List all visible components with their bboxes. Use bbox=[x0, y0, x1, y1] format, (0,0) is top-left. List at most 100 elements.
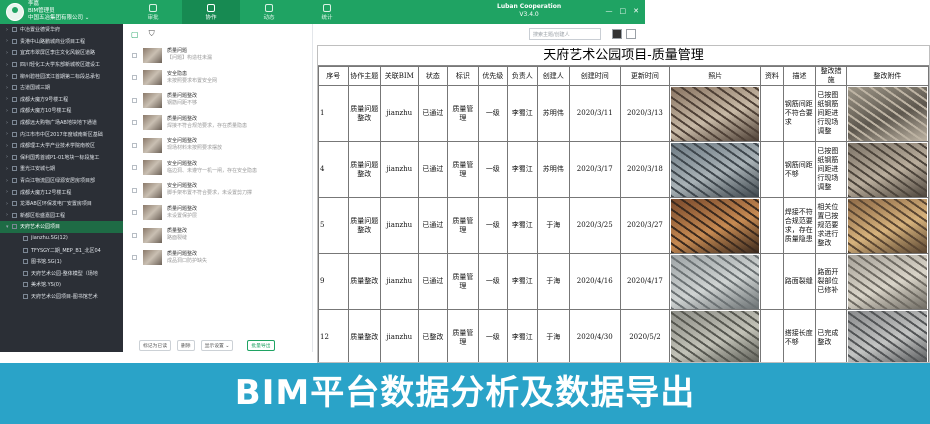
chevron-right-icon[interactable]: › bbox=[6, 189, 11, 195]
item-checkbox[interactable] bbox=[132, 232, 137, 238]
chevron-right-icon[interactable]: › bbox=[6, 27, 11, 33]
filter-icon[interactable]: ⛉ bbox=[149, 29, 155, 39]
maximize-icon[interactable]: □ bbox=[620, 7, 627, 15]
item-checkbox[interactable] bbox=[132, 120, 137, 126]
cell-photo-image[interactable] bbox=[671, 198, 760, 253]
chevron-right-icon[interactable]: › bbox=[6, 212, 11, 218]
batch-export-button[interactable]: 批量导出 bbox=[247, 339, 275, 351]
chevron-down-icon[interactable]: ▾ bbox=[6, 224, 11, 230]
tree-model-item[interactable]: jianzhu.SG(12) bbox=[0, 233, 123, 245]
issue-list-item[interactable]: 质量问题整改 钢筋间距不够 bbox=[123, 89, 312, 112]
cell-topic: 质量问题整改 bbox=[347, 85, 381, 142]
cell-photo-image[interactable] bbox=[671, 142, 760, 197]
issue-list-item[interactable]: 安全问题整改 临边洞、未遵守一机一闸，存在安全隐患 bbox=[123, 157, 312, 180]
tree-project-item[interactable]: › 青白江物流园区绿源安居房项目部 bbox=[0, 175, 123, 187]
cell-photo-image[interactable] bbox=[671, 254, 760, 309]
chevron-right-icon[interactable]: › bbox=[6, 131, 11, 137]
search-input[interactable]: 搜索主题/创建人 bbox=[529, 28, 601, 40]
issue-list-item[interactable]: 安全问题整改 现场材料未按照要求摆放 bbox=[123, 134, 312, 157]
cell-photo-image[interactable] bbox=[671, 310, 760, 362]
cell-attachment-image[interactable] bbox=[847, 86, 927, 141]
tree-project-item[interactable]: › 成都理工大学产业技术学院南校区 bbox=[0, 140, 123, 152]
chevron-right-icon[interactable]: › bbox=[6, 38, 11, 44]
tree-project-item[interactable]: › 贵港中山路鹏城商业项目工程 bbox=[0, 36, 123, 48]
user-info[interactable]: 李嘉 BIM管理员 中国五冶集团有限公司 ⌄ bbox=[28, 1, 89, 22]
tree-project-item[interactable]: › 中冶置业德贤华府 bbox=[0, 24, 123, 36]
folder-icon bbox=[12, 154, 17, 160]
org-selector[interactable]: 中国五冶集团有限公司 ⌄ bbox=[28, 15, 89, 22]
chevron-right-icon[interactable]: › bbox=[6, 62, 11, 68]
user-avatar[interactable] bbox=[6, 3, 24, 21]
item-checkbox[interactable] bbox=[132, 255, 137, 261]
issue-list-item[interactable]: 安全隐患 未按照要求布置安全网 bbox=[123, 67, 312, 90]
cell-photo-image[interactable] bbox=[671, 86, 760, 141]
issue-list-item[interactable]: 安全问题整改 脚手架布置不符合要求，未设置剪刀撑 bbox=[123, 179, 312, 202]
display-settings-dropdown[interactable]: 显示设置 ⌄ bbox=[200, 339, 234, 351]
mark-read-button[interactable]: 标记为已读 bbox=[139, 339, 171, 351]
item-checkbox[interactable] bbox=[132, 210, 137, 216]
issue-list-item[interactable]: 质量问题整改 未设置保护层 bbox=[123, 202, 312, 225]
item-checkbox[interactable] bbox=[132, 75, 137, 81]
chevron-right-icon[interactable]: › bbox=[6, 154, 11, 160]
item-checkbox[interactable] bbox=[132, 52, 137, 58]
tree-project-item[interactable]: › 柳州碧桂园滨江首期第二标段总承包 bbox=[0, 70, 123, 82]
sheet-title: 天府艺术公园项目-质量管理 bbox=[318, 46, 929, 66]
select-mode-icon[interactable]: ▢ bbox=[131, 30, 139, 39]
tree-project-item[interactable]: › 成都远大购物广场AB地块地下通道 bbox=[0, 117, 123, 129]
chevron-right-icon[interactable]: › bbox=[6, 96, 11, 102]
cell-attachment-image[interactable] bbox=[847, 142, 927, 197]
chevron-right-icon[interactable]: › bbox=[6, 73, 11, 79]
tree-item-label: 中冶置业德贤华府 bbox=[20, 27, 61, 34]
nav-tab[interactable]: 动态 bbox=[240, 0, 298, 24]
close-icon[interactable]: ✕ bbox=[633, 7, 639, 15]
tree-project-item[interactable]: › 成都大魔方10号楼工程 bbox=[0, 105, 123, 117]
tree-item-label: 内江市市中区2017年度城南新区基础 bbox=[20, 131, 103, 138]
tree-model-item[interactable]: TFYSGY二期_MEP_B1_北区04 bbox=[0, 244, 123, 256]
chevron-right-icon[interactable]: › bbox=[6, 108, 11, 114]
chevron-right-icon[interactable]: › bbox=[6, 143, 11, 149]
grid-view-icon[interactable] bbox=[612, 29, 622, 39]
nav-tab[interactable]: 审批 bbox=[124, 0, 182, 24]
cell-attachment-image[interactable] bbox=[847, 254, 927, 309]
tree-model-item[interactable]: 美术馆.YS(0) bbox=[0, 279, 123, 291]
tree-project-item[interactable]: › 四川轻化工大学东部新城校区建设工 bbox=[0, 59, 123, 71]
cell-attachment-image[interactable] bbox=[847, 310, 927, 362]
tree-project-item[interactable]: ▾ 天府艺术公园项目 bbox=[0, 221, 123, 233]
nav-tab[interactable]: 协作 bbox=[182, 0, 240, 24]
item-checkbox[interactable] bbox=[132, 97, 137, 103]
issue-list-item[interactable]: 质量问题 【问题】构造柱未漏 bbox=[123, 44, 312, 67]
chevron-right-icon[interactable]: › bbox=[6, 178, 11, 184]
item-checkbox[interactable] bbox=[132, 187, 137, 193]
tree-project-item[interactable]: › 龙潭AB区环保发电厂安置房项目 bbox=[0, 198, 123, 210]
chevron-right-icon[interactable]: › bbox=[6, 120, 11, 126]
cell-status: 已通过 bbox=[417, 253, 449, 310]
tree-project-item[interactable]: › 重光江安城七期 bbox=[0, 163, 123, 175]
tree-project-item[interactable]: › 成都大魔方9号楼工程 bbox=[0, 94, 123, 106]
chevron-right-icon[interactable]: › bbox=[6, 166, 11, 172]
minimize-icon[interactable]: — bbox=[606, 7, 613, 15]
tree-model-item[interactable]: 图书馆.SG(1) bbox=[0, 256, 123, 268]
issue-list-item[interactable]: 质量问题整改 成品洞口防护缺失 bbox=[123, 247, 312, 270]
tree-item-label: TFYSGY二期_MEP_B1_北区04 bbox=[31, 247, 101, 254]
tree-project-item[interactable]: › 内江市市中区2017年度城南新区基础 bbox=[0, 128, 123, 140]
tree-project-item[interactable]: › 宜宾市翠屏区李庄文化风貌区道路 bbox=[0, 47, 123, 59]
issue-list-item[interactable]: 质量整改 路面裂缝 bbox=[123, 224, 312, 247]
item-checkbox[interactable] bbox=[132, 142, 137, 148]
nav-tab[interactable]: 统计 bbox=[298, 0, 356, 24]
chevron-right-icon[interactable]: › bbox=[6, 201, 11, 207]
tree-project-item[interactable]: › 成都大魔方12号楼工程 bbox=[0, 186, 123, 198]
cell-attachment-image[interactable] bbox=[847, 198, 927, 253]
chevron-right-icon[interactable]: › bbox=[6, 85, 11, 91]
list-view-icon[interactable] bbox=[626, 29, 636, 39]
tree-project-item[interactable]: › 保利国秀首城P1-01地块一标段施工 bbox=[0, 152, 123, 164]
tree-project-item[interactable]: › 古道国城三期 bbox=[0, 82, 123, 94]
tree-model-item[interactable]: 天府艺术公园项目-图书馆艺术 bbox=[0, 291, 123, 303]
chevron-right-icon[interactable]: › bbox=[6, 50, 11, 56]
tree-project-item[interactable]: › 新都区松盛嘉园工程 bbox=[0, 210, 123, 222]
delete-button[interactable]: 删除 bbox=[177, 339, 195, 351]
issue-list-item[interactable]: 质量问题整改 焊接不符合规范要求，存在质量隐患 bbox=[123, 112, 312, 135]
folder-icon bbox=[12, 38, 17, 44]
issue-title: 质量问题整改 bbox=[167, 250, 198, 257]
item-checkbox[interactable] bbox=[132, 165, 137, 171]
tree-model-item[interactable]: 天府艺术公园-整体模型（场地 bbox=[0, 267, 123, 279]
